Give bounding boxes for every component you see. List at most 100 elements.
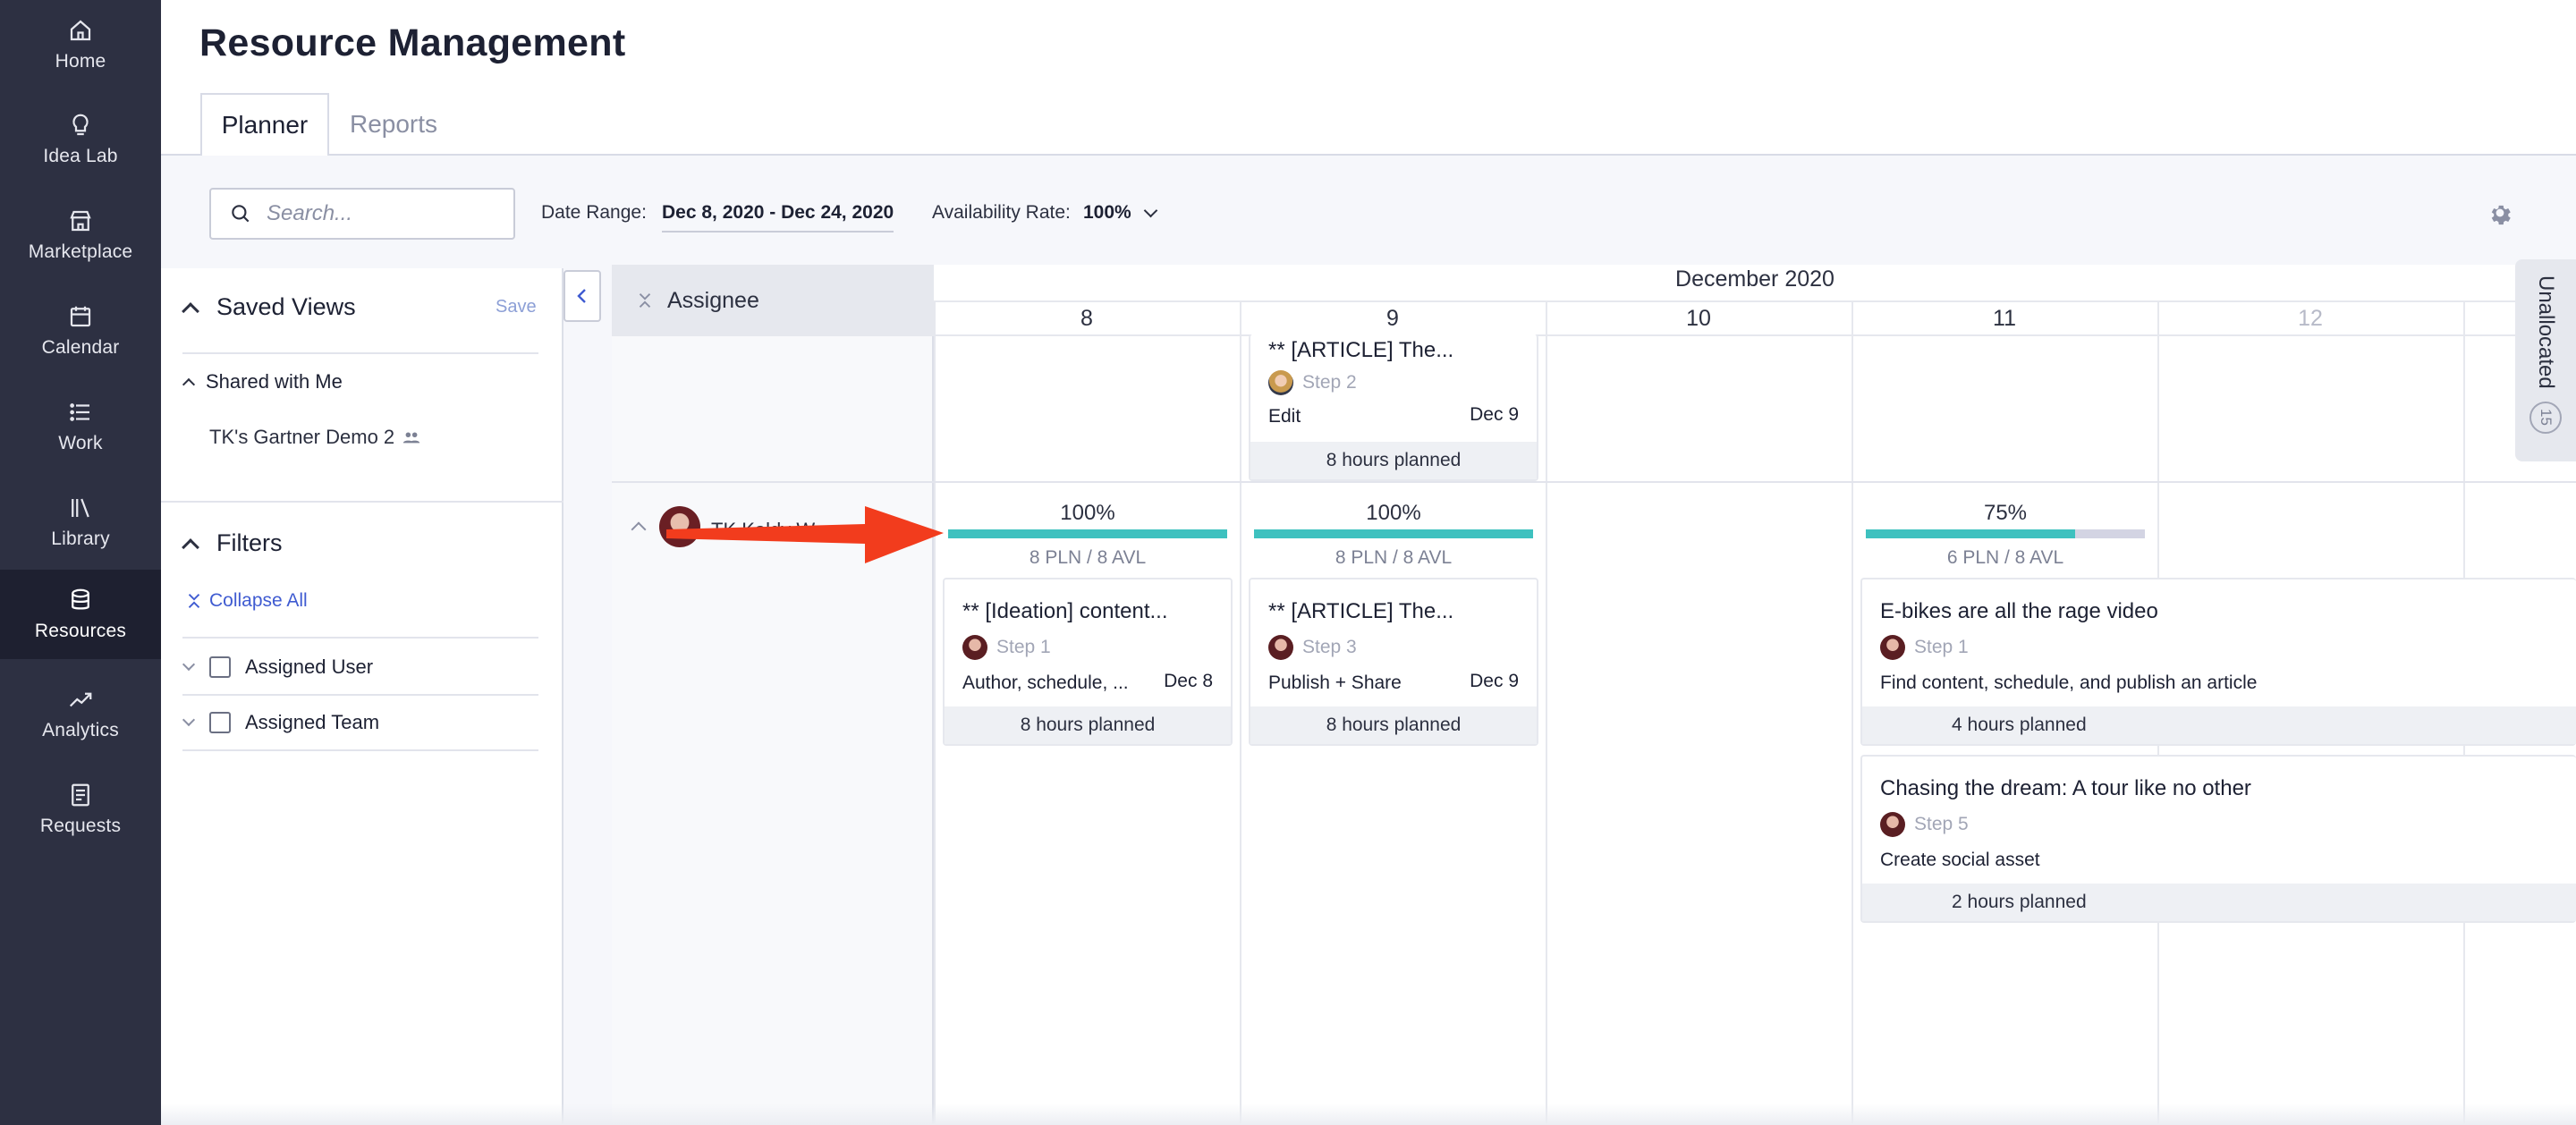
tab-reports[interactable]: Reports [338,93,449,156]
unallocated-tab[interactable]: Unallocated 15 [2515,259,2576,461]
chevron-up-icon [182,537,199,556]
task-hours: 8 hours planned [1250,706,1537,744]
divider [934,300,2576,302]
capacity-percent: 75% [1983,501,2028,525]
checkbox[interactable] [209,656,231,678]
assignee-column [612,336,934,1125]
task-card[interactable]: ** [ARTICLE] The... Step 2 Edit Dec 9 8 … [1249,334,1538,481]
task-desc: Find content, schedule, and publish an a… [1880,672,2258,693]
sidebar-nav: Home Idea Lab Marketplace Calendar Work … [0,0,161,1125]
save-view-button[interactable]: Save [496,297,537,317]
task-card[interactable]: ** [Ideation] content... Step 1 Author, … [943,578,1233,746]
nav-home[interactable]: Home [0,0,161,89]
chevron-down-icon [182,713,196,727]
database-icon [72,588,89,610]
nav-requests[interactable]: Requests [0,765,161,854]
search-box[interactable] [209,188,515,240]
nav-calendar[interactable]: Calendar [0,286,161,376]
lightbulb-icon [72,114,89,136]
task-card[interactable]: ** [ARTICLE] The... Step 3 Publish + Sha… [1249,578,1538,746]
availability-value: 100% [1083,202,1131,223]
avatar [1880,812,1905,837]
saved-views-header[interactable]: Saved Views [182,293,356,321]
capacity-fill [1866,529,2075,538]
task-title: ** [Ideation] content... [962,599,1168,623]
task-step-label: Step 1 [1914,637,1969,657]
divider [182,637,538,639]
nav-library[interactable]: Library [0,478,161,567]
capacity-summary: 6 PLN / 8 AVL [1946,547,2064,568]
calendar-icon [70,306,91,327]
saved-view-item[interactable]: TK's Gartner Demo 2 [209,426,421,449]
task-step: Step 3 [1268,635,1357,660]
filter-assigned-user[interactable]: Assigned User [182,656,374,679]
list-icon [70,403,89,421]
availability-dropdown[interactable]: 100% [1083,202,1157,224]
collapse-icon [188,594,200,608]
avatar [962,635,987,660]
capacity-bar [1254,529,1533,538]
capacity-percent: 100% [1060,501,1115,525]
red-arrow-annotation [666,506,944,563]
checkbox[interactable] [209,712,231,733]
chevron-up-icon [182,301,199,320]
nav-label: Idea Lab [43,146,118,166]
filter-label: Assigned User [245,656,374,678]
people-icon [402,432,420,444]
chevron-down-icon [182,657,196,672]
day-column [934,300,936,1125]
nav-analytics[interactable]: Analytics [0,669,161,758]
capacity-bar [948,529,1227,538]
task-date: Dec 9 [1470,404,1519,425]
filters-header[interactable]: Filters [182,529,283,557]
filters-title: Filters [216,529,283,556]
tab-planner[interactable]: Planner [200,93,329,156]
task-desc: Publish + Share [1268,672,1402,693]
search-input[interactable] [267,201,481,226]
task-desc: Create social asset [1880,850,2040,870]
divider [161,501,564,503]
task-step: Step 2 [1268,370,1357,395]
gear-icon[interactable] [2487,199,2513,226]
task-title: Chasing the dream: A tour like no other [1880,776,2251,800]
nav-label: Resources [34,621,127,641]
avatar [1268,370,1293,395]
nav-idea-lab[interactable]: Idea Lab [0,95,161,184]
task-hours: 8 hours planned [945,706,1231,744]
nav-work[interactable]: Work [0,382,161,471]
chevron-down-icon [1143,203,1157,217]
storefront-icon [70,210,91,232]
nav-label: Calendar [41,337,120,358]
nav-label: Library [51,529,110,549]
task-card[interactable]: E-bikes are all the rage video Step 1 Fi… [1860,578,2576,746]
collapse-all-button[interactable]: Collapse All [184,590,308,612]
availability-label: Availability Rate: [932,202,1071,223]
task-card[interactable]: Chasing the dream: A tour like no other … [1860,755,2576,923]
unallocated-label: Unallocated [2534,275,2558,389]
collapse-panel-button[interactable] [564,270,601,322]
task-title: ** [ARTICLE] The... [1268,338,1454,362]
filter-label: Assigned Team [245,711,380,733]
chevron-left-icon [577,289,586,303]
month-label: December 2020 [1675,266,1835,292]
day-label: 11 [1993,306,2016,331]
divider [182,749,538,751]
date-range-picker[interactable]: Dec 8, 2020 - Dec 24, 2020 [662,202,894,233]
nav-label: Requests [39,816,122,836]
saved-view-label: TK's Gartner Demo 2 [209,426,395,448]
capacity-bar [1866,529,2145,538]
capacity-percent: 100% [1366,501,1421,525]
task-hours: 4 hours planned [1862,706,2576,744]
shared-with-me-title: Shared with Me [206,370,343,393]
assignee-header[interactable]: Assignee [612,265,934,336]
day-column [1240,300,1241,1125]
filter-assigned-team[interactable]: Assigned Team [182,711,380,734]
nav-marketplace[interactable]: Marketplace [0,190,161,280]
shared-with-me-header[interactable]: Shared with Me [182,370,343,393]
task-hours: 2 hours planned [1862,884,2576,921]
divider [182,694,538,696]
task-step-label: Step 2 [1302,372,1357,393]
task-step-label: Step 5 [1914,814,1969,834]
assignee-header-label: Assignee [667,287,759,313]
nav-resources[interactable]: Resources [0,570,161,659]
